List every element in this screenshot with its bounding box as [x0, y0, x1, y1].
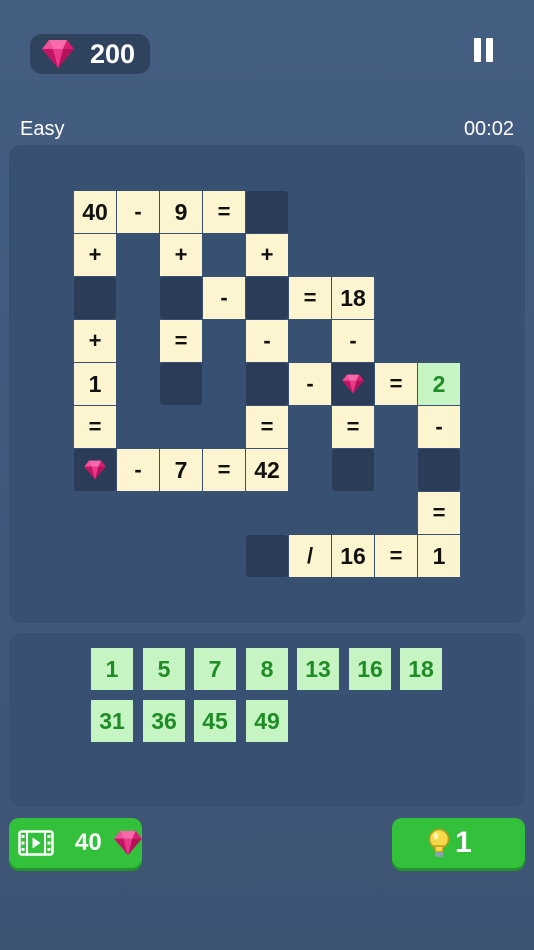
gem-slot[interactable] [74, 449, 116, 491]
operator-cell: - [289, 363, 331, 405]
number-cell: 18 [332, 277, 374, 319]
timer: 00:02 [463, 118, 514, 140]
operator-cell: = [332, 406, 374, 448]
empty-slot[interactable] [246, 363, 288, 405]
empty-slot[interactable] [74, 277, 116, 319]
pause-button[interactable] [473, 38, 495, 62]
operator-cell: = [375, 363, 417, 405]
operator-cell: = [203, 191, 245, 233]
operator-cell: = [74, 406, 116, 448]
hint-button[interactable]: 1 [392, 818, 525, 868]
operator-cell: / [289, 535, 331, 577]
gem-icon [341, 374, 365, 394]
number-cell: 40 [74, 191, 116, 233]
number-cell: 1 [418, 535, 460, 577]
operator-cell: = [289, 277, 331, 319]
number-tile[interactable]: 1 [91, 648, 133, 690]
operator-cell: = [418, 492, 460, 534]
number-tile[interactable]: 16 [349, 648, 391, 690]
number-tile[interactable]: 45 [194, 700, 236, 742]
gem-icon [83, 460, 107, 480]
film-icon [18, 830, 54, 856]
number-cell: 9 [160, 191, 202, 233]
hint-count: 1 [455, 826, 472, 859]
empty-slot[interactable] [246, 535, 288, 577]
number-tile[interactable]: 8 [246, 648, 288, 690]
operator-cell: = [375, 535, 417, 577]
operator-cell: - [418, 406, 460, 448]
gem-balance: 200 [30, 34, 150, 74]
operator-cell: + [246, 234, 288, 276]
number-tile[interactable]: 18 [400, 648, 442, 690]
operator-cell: = [246, 406, 288, 448]
pause-icon [474, 38, 481, 62]
puzzle-board: 40-9 = + + + - = 18 + = - -1- = 2 = = = - -7 = 42 =/16 = 1 [9, 145, 525, 623]
number-cell: 1 [74, 363, 116, 405]
gem-icon [113, 830, 143, 856]
operator-cell: = [203, 449, 245, 491]
empty-slot[interactable] [246, 191, 288, 233]
video-reward: 40 [75, 829, 102, 856]
operator-cell: - [332, 320, 374, 362]
number-tile[interactable]: 36 [143, 700, 185, 742]
empty-slot[interactable] [418, 449, 460, 491]
operator-cell: + [160, 234, 202, 276]
lightbulb-icon [428, 828, 450, 857]
empty-slot[interactable] [160, 363, 202, 405]
gem-count: 200 [90, 39, 136, 69]
number-tile[interactable]: 49 [246, 700, 288, 742]
operator-cell: - [117, 191, 159, 233]
number-cell: 42 [246, 449, 288, 491]
number-cell: 7 [160, 449, 202, 491]
number-cell: 16 [332, 535, 374, 577]
number-tile[interactable]: 31 [91, 700, 133, 742]
gem-slot[interactable] [332, 363, 374, 405]
empty-slot[interactable] [332, 449, 374, 491]
operator-cell: - [203, 277, 245, 319]
watch-video-button[interactable]: 40 [9, 818, 142, 868]
operator-cell: + [74, 234, 116, 276]
operator-cell: - [246, 320, 288, 362]
number-tile[interactable]: 13 [297, 648, 339, 690]
number-tray: 1 5 7 8 13 16 18 31 36 45 49 [9, 633, 525, 807]
operator-cell: + [74, 320, 116, 362]
empty-slot[interactable] [246, 277, 288, 319]
empty-slot[interactable] [160, 277, 202, 319]
number-tile[interactable]: 7 [194, 648, 236, 690]
number-tile[interactable]: 5 [143, 648, 185, 690]
filled-cell[interactable]: 2 [418, 363, 460, 405]
operator-cell: = [160, 320, 202, 362]
difficulty-label: Easy [20, 118, 65, 140]
gem-icon [41, 39, 75, 69]
operator-cell: - [117, 449, 159, 491]
